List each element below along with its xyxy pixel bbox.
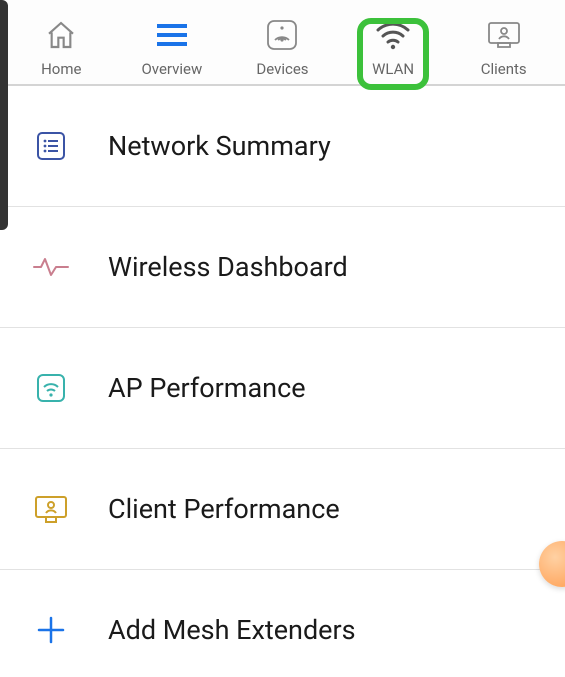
top-tab-bar: Home Overview Devices (0, 0, 565, 86)
menu-item-network-summary[interactable]: Network Summary (0, 86, 565, 207)
menu-item-label: Add Mesh Extenders (108, 614, 356, 646)
menu-item-ap-performance[interactable]: AP Performance (0, 328, 565, 449)
menu-icon (151, 14, 193, 56)
tab-label: Home (41, 60, 81, 78)
menu-item-label: Client Performance (108, 493, 340, 525)
wlan-icon (372, 14, 414, 56)
menu-item-wireless-dashboard[interactable]: Wireless Dashboard (0, 207, 565, 328)
tab-label: Clients (481, 60, 527, 78)
tab-devices[interactable]: Devices (227, 14, 338, 84)
tab-label: WLAN (372, 60, 414, 78)
plus-icon (28, 607, 74, 653)
tab-clients[interactable]: Clients (448, 14, 559, 84)
tab-home[interactable]: Home (6, 14, 117, 84)
home-icon (40, 14, 82, 56)
tab-label: Overview (141, 60, 202, 78)
menu-item-label: Wireless Dashboard (108, 251, 348, 283)
menu-item-add-mesh-extenders[interactable]: Add Mesh Extenders (0, 570, 565, 677)
list-icon (28, 123, 74, 169)
tab-label: Devices (256, 60, 308, 78)
tab-overview[interactable]: Overview (117, 14, 228, 84)
activity-icon (28, 244, 74, 290)
wifi-square-icon (28, 365, 74, 411)
devices-icon (261, 14, 303, 56)
menu-list: Network Summary Wireless Dashboard AP Pe… (0, 86, 565, 677)
client-monitor-icon (28, 486, 74, 532)
menu-item-client-performance[interactable]: Client Performance (0, 449, 565, 570)
menu-item-label: AP Performance (108, 372, 306, 404)
clients-icon (483, 14, 525, 56)
menu-item-label: Network Summary (108, 130, 331, 162)
tab-wlan[interactable]: WLAN (338, 14, 449, 84)
